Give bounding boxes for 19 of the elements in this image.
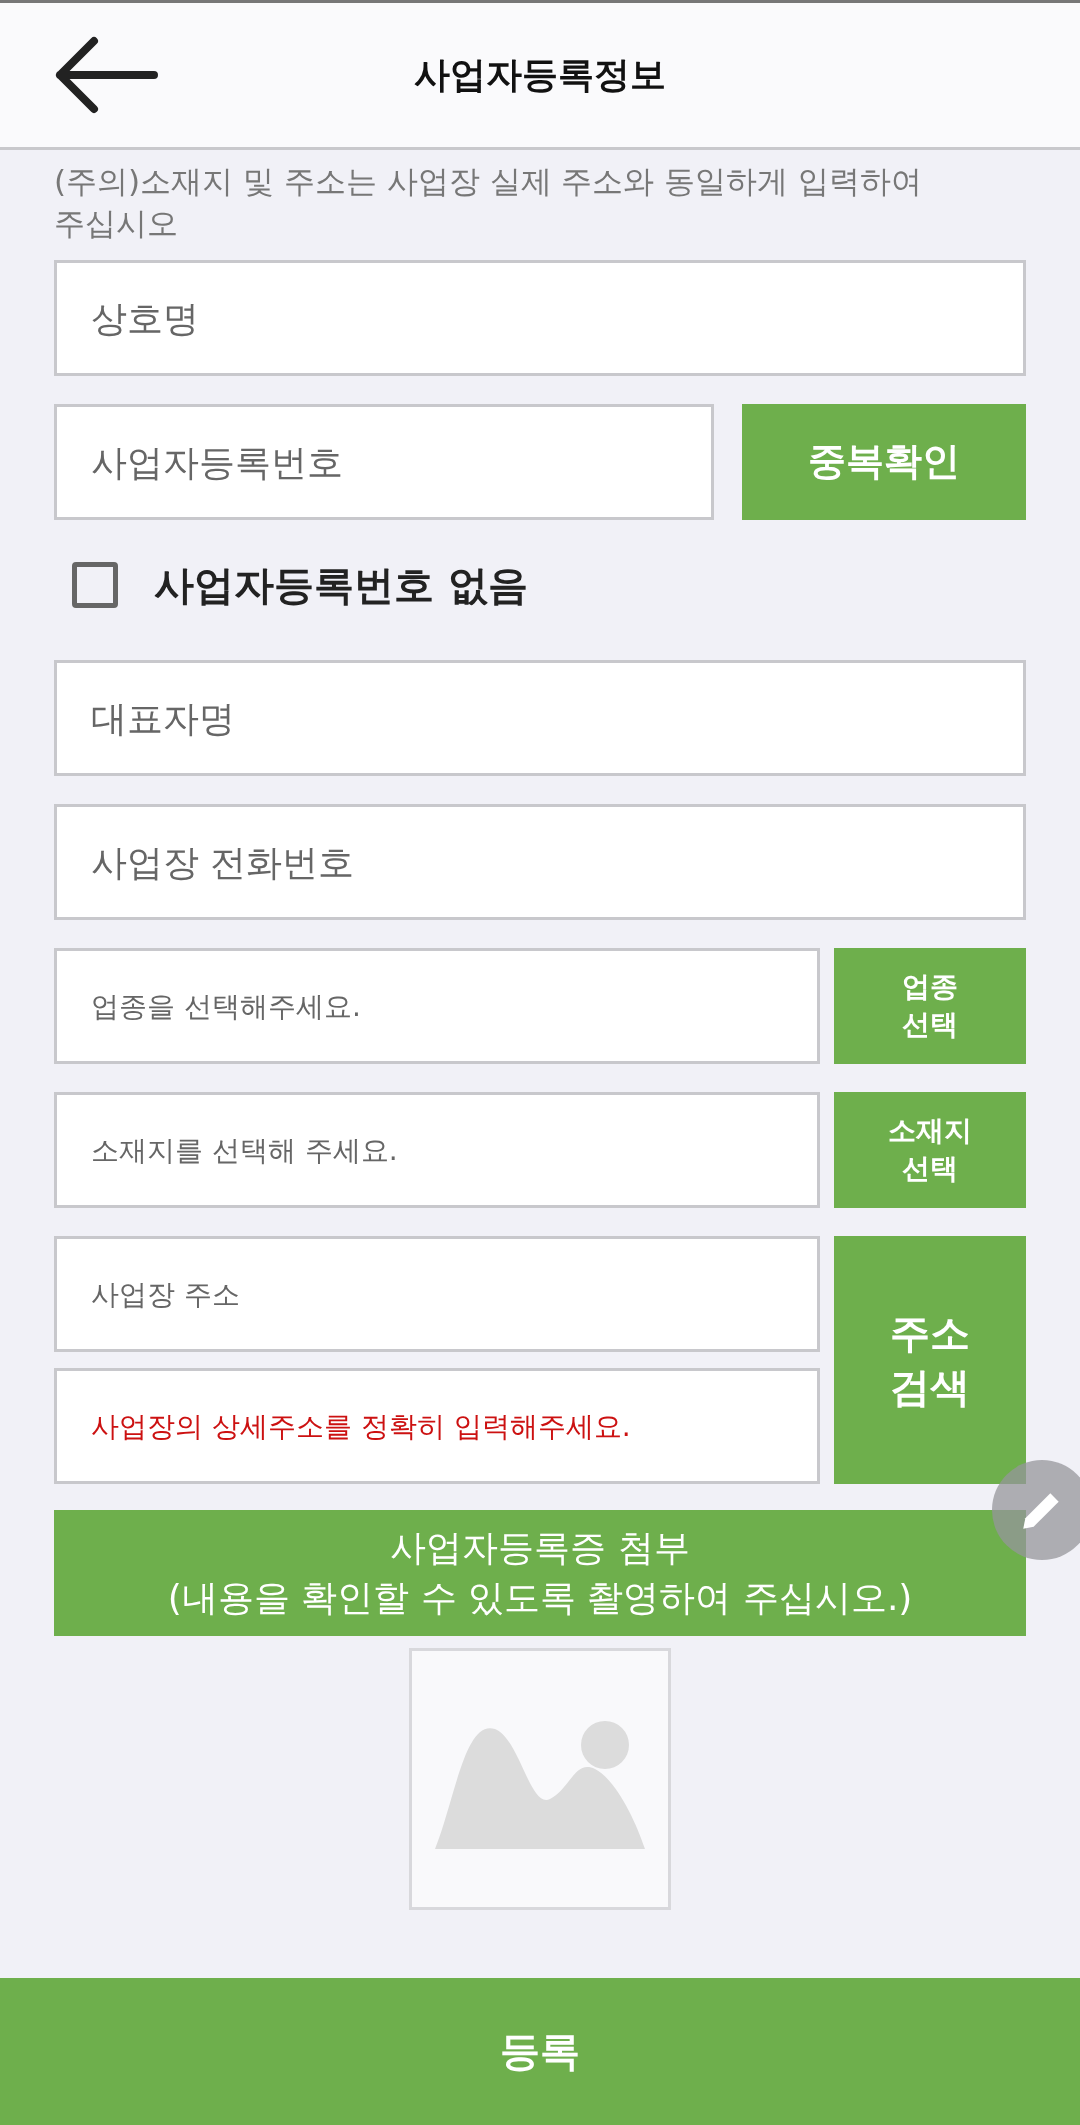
address-search-button[interactable]: 주소 검색: [834, 1236, 1026, 1484]
checkbox-label: 사업자등록번호 없음: [154, 560, 528, 610]
location-select-button[interactable]: 소재지 선택: [834, 1092, 1026, 1208]
registration-number-field[interactable]: 사업자등록번호: [54, 404, 714, 520]
industry-field[interactable]: 업종을 선택해주세요.: [54, 948, 820, 1064]
attach-certificate-button[interactable]: 사업자등록증 첨부 (내용을 확인할 수 있도록 촬영하여 주십시오.): [54, 1510, 1026, 1636]
register-button[interactable]: 등록: [0, 1978, 1080, 2125]
checkbox[interactable]: [72, 562, 118, 608]
notice-text: (주의)소재지 및 주소는 사업장 실제 주소와 동일하게 입력하여 주십시오: [54, 162, 924, 243]
duplicate-check-button[interactable]: 중복확인: [742, 404, 1026, 520]
address-field[interactable]: 사업장의 상세주소를 정확히 입력해주세요.: [54, 1368, 820, 1484]
phone-field[interactable]: 사업장 전화번호: [54, 804, 1026, 920]
address-field[interactable]: 사업장 주소: [54, 1236, 820, 1352]
representative-field[interactable]: 대표자명: [54, 660, 1026, 776]
location-field[interactable]: 소재지를 선택해 주세요.: [54, 1092, 820, 1208]
page-title: 사업자등록정보: [414, 52, 666, 97]
back-arrow-icon: [54, 35, 158, 115]
industry-select-button[interactable]: 업종 선택: [834, 948, 1026, 1064]
business-name-field[interactable]: 상호명: [54, 260, 1026, 376]
